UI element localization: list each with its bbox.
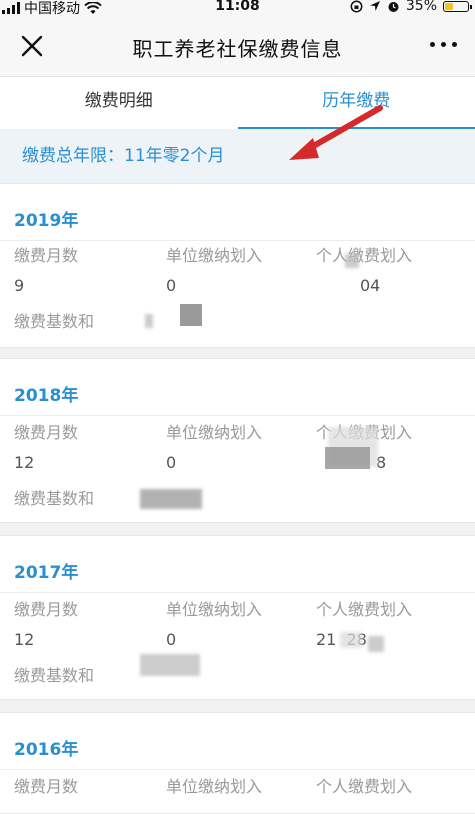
redacted-mask — [325, 447, 370, 469]
months-label: 缴费月数 — [14, 773, 78, 797]
battery-icon — [443, 1, 469, 12]
unit-contribution-label: 单位缴纳划入 — [166, 419, 262, 443]
year-card-2017: 2017年 缴费月数 单位缴纳划入 个人缴费划入 12 0 21 28 缴费基数… — [0, 535, 475, 700]
unit-contribution-label: 单位缴纳划入 — [166, 242, 262, 266]
status-right: 35% — [350, 0, 469, 14]
base-sum-label: 缴费基数和 — [14, 662, 94, 686]
alarm-icon — [387, 0, 400, 13]
year-title: 2018年 — [14, 381, 78, 406]
months-label: 缴费月数 — [14, 596, 78, 620]
year-card-2019: 2019年 缴费月数 单位缴纳划入 个人缴费划入 9 0 04 缴费基数和 — [0, 183, 475, 348]
personal-contribution-label: 个人缴费划入 — [316, 773, 412, 797]
status-bar: 中国移动 11:08 35% — [0, 0, 475, 16]
total-years-summary: 缴费总年限：11年零2个月 — [0, 130, 475, 182]
tab-bar: 缴费明细 历年缴费 — [0, 77, 475, 129]
page-title: 职工养老社保缴费信息 — [0, 33, 475, 62]
unit-contribution-value: 0 — [166, 630, 176, 649]
redacted-mask — [180, 304, 202, 326]
nav-bar: 职工养老社保缴费信息 — [0, 16, 475, 77]
unit-contribution-value: 0 — [166, 276, 176, 295]
unit-contribution-label: 单位缴纳划入 — [166, 596, 262, 620]
redacted-mask — [368, 636, 384, 652]
base-sum-label: 缴费基数和 — [14, 308, 94, 332]
months-value: 9 — [14, 276, 24, 295]
tab-payment-details[interactable]: 缴费明细 — [0, 77, 238, 129]
year-card-2018: 2018年 缴费月数 单位缴纳划入 个人缴费划入 12 0 8 缴费基数和 — [0, 358, 475, 523]
year-title: 2019年 — [14, 206, 78, 231]
redacted-mask — [145, 314, 153, 328]
redacted-mask — [140, 654, 200, 676]
personal-contribution-value: 04 — [360, 276, 380, 295]
base-sum-label: 缴费基数和 — [14, 485, 94, 509]
personal-contribution-label: 个人缴费划入 — [316, 596, 412, 620]
location-icon — [369, 0, 381, 12]
months-label: 缴费月数 — [14, 419, 78, 443]
unit-contribution-label: 单位缴纳划入 — [166, 773, 262, 797]
battery-percent: 35% — [406, 0, 437, 14]
red-arrow-annotation — [285, 100, 385, 170]
redacted-mask — [340, 632, 362, 648]
months-label: 缴费月数 — [14, 242, 78, 266]
redacted-mask — [140, 489, 202, 509]
unit-contribution-value: 0 — [166, 453, 176, 472]
more-icon[interactable] — [430, 42, 457, 47]
lock-rotation-icon — [350, 0, 363, 13]
year-card-2016: 2016年 缴费月数 单位缴纳划入 个人缴费划入 — [0, 712, 475, 814]
months-value: 12 — [14, 453, 34, 472]
personal-contribution-label: 个人缴费划入 — [316, 242, 412, 266]
months-value: 12 — [14, 630, 34, 649]
redacted-mask — [345, 254, 359, 268]
year-title: 2017年 — [14, 558, 78, 583]
year-title: 2016年 — [14, 735, 78, 760]
